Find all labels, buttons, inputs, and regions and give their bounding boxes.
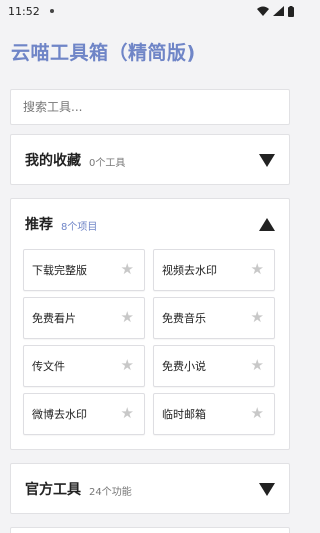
status-bar: 11:52 [0, 0, 300, 22]
tool-label: 临时邮箱 [162, 408, 206, 421]
wifi-icon [257, 6, 269, 16]
triangle-up-icon[interactable] [259, 218, 275, 231]
star-icon[interactable]: ★ [251, 310, 264, 325]
star-icon[interactable]: ★ [121, 310, 134, 325]
app-title: 云喵工具箱（精简版) [11, 42, 196, 64]
tool-label: 微博去水印 [32, 408, 87, 421]
official-title: 官方工具 [25, 482, 81, 498]
tool-item[interactable]: 临时邮箱 ★ [153, 393, 275, 435]
tool-item[interactable]: 下载完整版 ★ [23, 249, 145, 291]
star-icon[interactable]: ★ [251, 262, 264, 277]
tool-grid: 下载完整版 ★ 视频去水印 ★ 免费看片 ★ 免费音乐 ★ 传文件 ★ 免费小说… [23, 249, 277, 435]
official-count: 24个功能 [89, 487, 132, 498]
star-icon[interactable]: ★ [121, 358, 134, 373]
tool-label: 下载完整版 [32, 264, 87, 277]
tool-label: 视频去水印 [162, 264, 217, 277]
battery-icon [288, 5, 294, 17]
tool-item[interactable]: 免费小说 ★ [153, 345, 275, 387]
recommended-count: 8个项目 [61, 222, 98, 233]
notification-dot-icon [49, 9, 54, 13]
next-card [10, 527, 290, 533]
recommended-title: 推荐 [25, 217, 53, 233]
tool-label: 免费看片 [32, 312, 76, 325]
recommended-card: 推荐 8个项目 下载完整版 ★ 视频去水印 ★ 免费看片 ★ 免费音乐 ★ 传文… [10, 198, 290, 450]
tool-item[interactable]: 视频去水印 ★ [153, 249, 275, 291]
recommended-header[interactable]: 推荐 8个项目 [11, 199, 289, 249]
tool-item[interactable]: 微博去水印 ★ [23, 393, 145, 435]
official-card[interactable]: 官方工具 24个功能 [10, 463, 290, 514]
tool-label: 免费音乐 [162, 312, 206, 325]
favorites-header[interactable]: 我的收藏 0个工具 [11, 135, 289, 185]
triangle-down-icon[interactable] [259, 483, 275, 496]
favorites-title: 我的收藏 [25, 153, 81, 169]
tool-item[interactable]: 免费音乐 ★ [153, 297, 275, 339]
triangle-down-icon[interactable] [259, 154, 275, 167]
star-icon[interactable]: ★ [251, 406, 264, 421]
favorites-count: 0个工具 [89, 158, 126, 169]
tool-label: 免费小说 [162, 360, 206, 373]
signal-icon [273, 6, 284, 16]
star-icon[interactable]: ★ [121, 406, 134, 421]
star-icon[interactable]: ★ [251, 358, 264, 373]
search-input[interactable] [23, 100, 289, 114]
status-time: 11:52 [8, 4, 40, 18]
favorites-card[interactable]: 我的收藏 0个工具 [10, 134, 290, 185]
tool-item[interactable]: 传文件 ★ [23, 345, 145, 387]
tool-label: 传文件 [32, 360, 65, 373]
official-header[interactable]: 官方工具 24个功能 [11, 464, 289, 514]
tool-item[interactable]: 免费看片 ★ [23, 297, 145, 339]
star-icon[interactable]: ★ [121, 262, 134, 277]
search-box[interactable] [10, 89, 290, 125]
